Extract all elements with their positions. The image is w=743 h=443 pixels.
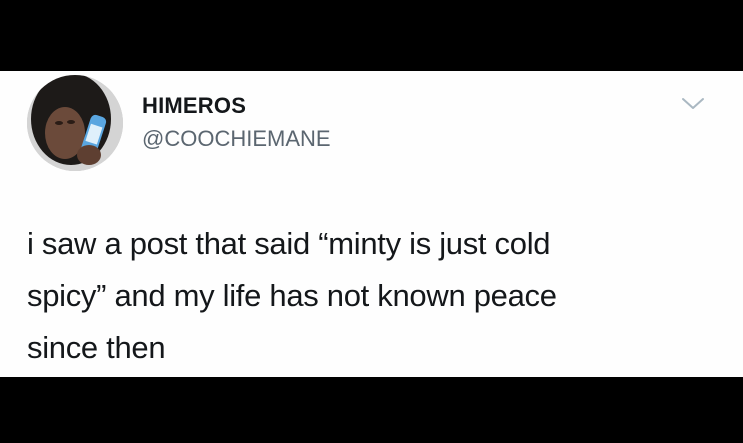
tweet-text-line: spicy” and my life has not known peace <box>27 278 557 313</box>
tweet-text: i saw a post that said “minty is just co… <box>27 218 727 374</box>
user-handle[interactable]: @COOCHIEMANE <box>142 126 331 152</box>
chevron-down-icon[interactable] <box>680 95 706 113</box>
display-name[interactable]: HIMEROS <box>142 93 246 119</box>
profile-photo-icon <box>27 75 123 171</box>
screenshot-frame: HIMEROS @COOCHIEMANE i saw a post that s… <box>0 0 743 443</box>
tweet-card[interactable]: HIMEROS @COOCHIEMANE i saw a post that s… <box>0 71 743 377</box>
avatar[interactable] <box>27 75 123 171</box>
tweet-text-line: i saw a post that said “minty is just co… <box>27 226 551 261</box>
tweet-text-line: since then <box>27 330 166 365</box>
